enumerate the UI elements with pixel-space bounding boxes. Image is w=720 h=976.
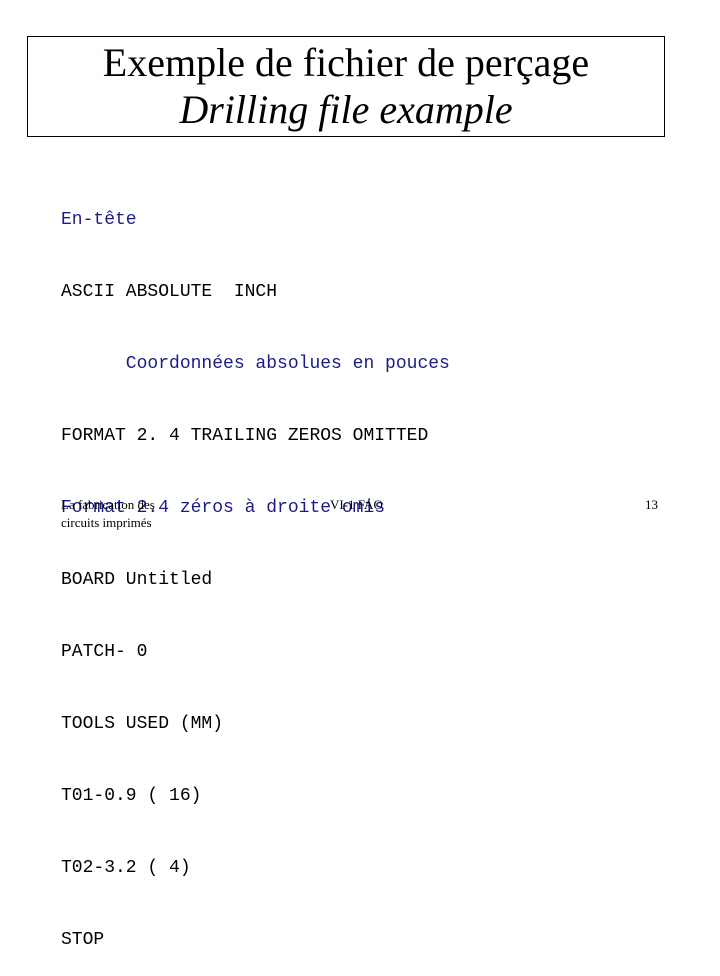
footer-course-title-line2: circuits imprimés	[61, 515, 152, 530]
footer-course-title-line1: La fabrication des	[61, 497, 155, 512]
code-line: BOARD Untitled	[61, 570, 213, 590]
title-french: Exemple de fichier de perçage	[102, 40, 590, 85]
footer-chapter: VI-1 FAO	[330, 497, 383, 512]
code-line-annotation: Coordonnées absolues en pouces	[61, 354, 450, 374]
title-english: Drilling file example	[179, 87, 513, 132]
footer-course-title: La fabrication des circuits imprimés	[61, 496, 155, 532]
title-box: Exemple de fichier de perçage Drilling f…	[27, 36, 665, 137]
code-line: TOOLS USED (MM)	[61, 714, 224, 734]
code-line: PATCH- 0	[61, 642, 148, 662]
drill-file-listing: En-tête ASCII ABSOLUTE INCH Coordonnées …	[61, 160, 450, 976]
code-line: ASCII ABSOLUTE INCH	[61, 282, 278, 302]
code-line-header-label: En-tête	[61, 210, 137, 230]
code-line: STOP	[61, 930, 105, 950]
code-line-tool: T01-0.9 ( 16)	[61, 786, 202, 806]
code-line: FORMAT 2. 4 TRAILING ZEROS OMITTED	[61, 426, 429, 446]
page-number: 13	[645, 497, 658, 512]
code-line-tool: T02-3.2 ( 4)	[61, 858, 191, 878]
